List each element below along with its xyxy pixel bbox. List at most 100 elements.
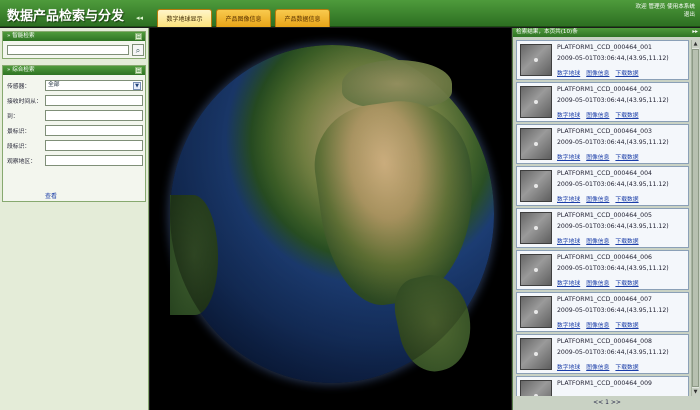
result-thumbnail[interactable] — [520, 44, 552, 76]
image-info-link[interactable]: 图像信息 — [586, 239, 609, 245]
region-label: 观察地区： — [7, 159, 36, 165]
region-input[interactable] — [45, 155, 143, 166]
result-time-coords: 2009-05-01T03:06:44,(43.95,11.12) — [557, 55, 669, 62]
result-time-coords: 2009-05-01T03:06:44,(43.95,11.12) — [557, 349, 669, 356]
view-on-globe-link[interactable]: 数字地球 — [557, 155, 580, 161]
end-time-input[interactable] — [45, 110, 143, 121]
welcome-text: 欢迎 — [635, 4, 647, 10]
start-time-row: 接收时间从： — [7, 95, 143, 106]
download-data-link[interactable]: 下载数据 — [615, 365, 638, 371]
thumbnail-marker — [534, 352, 538, 356]
image-info-link[interactable]: 图像信息 — [586, 323, 609, 329]
scroll-up-icon[interactable]: ▲ — [692, 40, 699, 48]
left-search-panel: » 智能检索 ⊟ ⌕ » 综合检索 ⊟ 传感器： 全部 ▼ 接收时间从： 到： — [0, 28, 149, 410]
result-time-coords: 2009-05-01T03:06:44,(43.95,11.12) — [557, 223, 669, 230]
result-item[interactable]: PLATFORM1_CCD_000464_004 2009-05-01T03:06… — [516, 166, 689, 206]
result-thumbnail[interactable] — [520, 338, 552, 370]
collapse-toggle-icon[interactable]: ⊟ — [135, 33, 142, 40]
result-time-coords: 2009-05-01T03:06:44,(43.95,11.12) — [557, 139, 669, 146]
result-title: PLATFORM1_CCD_000464_006 — [557, 254, 652, 261]
result-thumbnail[interactable] — [520, 86, 552, 118]
next-page-button[interactable]: >> — [611, 399, 621, 406]
result-links: 数字地球 图像信息 下载数据 — [557, 152, 645, 161]
collapse-right-panel-icon[interactable]: ▸▸ — [692, 28, 698, 37]
sensor-select[interactable]: 全部 ▼ — [45, 80, 143, 91]
view-on-globe-link[interactable]: 数字地球 — [557, 71, 580, 77]
result-item[interactable]: PLATFORM1_CCD_000464_007 2009-05-01T03:06… — [516, 292, 689, 332]
result-item[interactable]: PLATFORM1_CCD_000464_005 2009-05-01T03:06… — [516, 208, 689, 248]
prev-page-button[interactable]: << — [593, 399, 603, 406]
digital-earth-view[interactable] — [150, 28, 511, 410]
results-panel: 检索结果，本页共(10)条 ▸▸ PLATFORM1_CCD_000464_00… — [512, 28, 700, 410]
result-thumbnail[interactable] — [520, 380, 552, 396]
path-input[interactable] — [45, 125, 143, 136]
scrollbar-thumb[interactable] — [692, 49, 699, 387]
top-header-bar: 数据产品检索与分发 ◂◂ 数字地球显示 产品图像信息 产品数据信息 欢迎 管理员… — [0, 0, 700, 27]
logout-link[interactable]: 退出 — [635, 11, 695, 19]
result-thumbnail[interactable] — [520, 212, 552, 244]
thumbnail-marker — [534, 268, 538, 272]
result-item[interactable]: PLATFORM1_CCD_000464_006 2009-05-01T03:06… — [516, 250, 689, 290]
download-data-link[interactable]: 下载数据 — [615, 155, 638, 161]
result-title: PLATFORM1_CCD_000464_008 — [557, 338, 652, 345]
result-item[interactable]: PLATFORM1_CCD_000464_008 2009-05-01T03:06… — [516, 334, 689, 374]
row-input[interactable] — [45, 140, 143, 151]
start-time-input[interactable] — [45, 95, 143, 106]
results-scrollbar[interactable]: ▲ ▼ — [691, 40, 699, 396]
download-data-link[interactable]: 下载数据 — [615, 323, 638, 329]
quick-search-title: » 智能检索 — [7, 33, 35, 39]
result-links: 数字地球 图像信息 下载数据 — [557, 236, 645, 245]
result-item[interactable]: PLATFORM1_CCD_000464_009数字地球图像信息下载数据 — [516, 376, 689, 396]
image-info-link[interactable]: 图像信息 — [586, 113, 609, 119]
results-list: PLATFORM1_CCD_000464_001 2009-05-01T03:06… — [516, 40, 689, 396]
row-label: 段标识： — [7, 144, 31, 150]
image-info-link[interactable]: 图像信息 — [586, 71, 609, 77]
tab-product-data-info[interactable]: 产品数据信息 — [275, 9, 330, 27]
result-thumbnail[interactable] — [520, 296, 552, 328]
chevron-down-icon[interactable]: ▼ — [133, 82, 141, 90]
thumbnail-marker — [534, 100, 538, 104]
help-link[interactable]: 使用本系统 — [667, 4, 695, 10]
scroll-down-icon[interactable]: ▼ — [692, 388, 699, 396]
row-row: 段标识： — [7, 140, 143, 151]
end-time-label: 到： — [7, 114, 19, 120]
result-item[interactable]: PLATFORM1_CCD_000464_003 2009-05-01T03:06… — [516, 124, 689, 164]
collapse-toggle-icon[interactable]: ⊟ — [135, 67, 142, 74]
thumbnail-marker — [534, 58, 538, 62]
view-on-globe-link[interactable]: 数字地球 — [557, 323, 580, 329]
query-button[interactable]: 查看 — [45, 191, 57, 200]
sensor-label: 传感器： — [7, 84, 31, 90]
image-info-link[interactable]: 图像信息 — [586, 197, 609, 203]
download-data-link[interactable]: 下载数据 — [615, 197, 638, 203]
collapse-left-panel-icon[interactable]: ◂◂ — [136, 14, 143, 22]
download-data-link[interactable]: 下载数据 — [615, 239, 638, 245]
view-on-globe-link[interactable]: 数字地球 — [557, 239, 580, 245]
result-item[interactable]: PLATFORM1_CCD_000464_001 2009-05-01T03:06… — [516, 40, 689, 80]
earth-globe[interactable] — [170, 45, 494, 383]
view-on-globe-link[interactable]: 数字地球 — [557, 281, 580, 287]
download-data-link[interactable]: 下载数据 — [615, 71, 638, 77]
thumbnail-marker — [534, 184, 538, 188]
results-count-text: 检索结果，本页共(10)条 — [516, 29, 578, 35]
image-info-link[interactable]: 图像信息 — [586, 365, 609, 371]
image-info-link[interactable]: 图像信息 — [586, 281, 609, 287]
download-data-link[interactable]: 下载数据 — [615, 281, 638, 287]
result-thumbnail[interactable] — [520, 254, 552, 286]
view-on-globe-link[interactable]: 数字地球 — [557, 113, 580, 119]
view-on-globe-link[interactable]: 数字地球 — [557, 197, 580, 203]
view-on-globe-link[interactable]: 数字地球 — [557, 365, 580, 371]
tab-digital-earth[interactable]: 数字地球显示 — [157, 9, 212, 27]
pager: << 1 >> — [513, 399, 700, 408]
magnifier-icon[interactable]: ⌕ — [132, 44, 144, 56]
result-title: PLATFORM1_CCD_000464_003 — [557, 128, 652, 135]
tab-product-image-info[interactable]: 产品图像信息 — [216, 9, 271, 27]
result-thumbnail[interactable] — [520, 170, 552, 202]
result-time-coords: 2009-05-01T03:06:44,(43.95,11.12) — [557, 97, 669, 104]
result-thumbnail[interactable] — [520, 128, 552, 160]
result-links: 数字地球 图像信息 下载数据 — [557, 362, 645, 371]
image-info-link[interactable]: 图像信息 — [586, 155, 609, 161]
quick-search-input[interactable] — [7, 45, 129, 55]
result-links: 数字地球 图像信息 下载数据 — [557, 320, 645, 329]
result-item[interactable]: PLATFORM1_CCD_000464_002 2009-05-01T03:06… — [516, 82, 689, 122]
download-data-link[interactable]: 下载数据 — [615, 113, 638, 119]
